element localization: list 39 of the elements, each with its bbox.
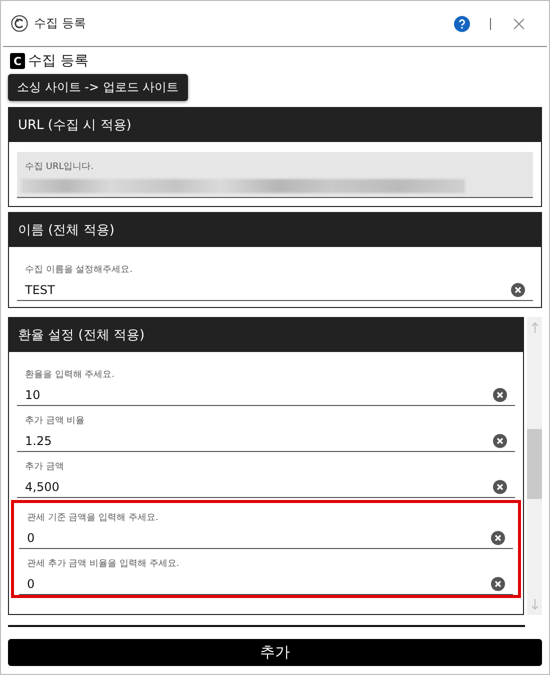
add-button[interactable]: 추가 [8, 638, 542, 666]
url-field[interactable]: 수집 URL입니다. [17, 152, 533, 198]
clear-icon[interactable] [491, 531, 505, 545]
section-header: 이름 (전체 적용) [9, 213, 541, 247]
field-label: 관세 기준 금액을 입력해 주세요. [27, 512, 160, 524]
field-value: 1.25 [25, 434, 53, 448]
field-label: 환율을 입력해 주세요. [25, 369, 116, 381]
input-field[interactable]: 추가 금액 4,500 [17, 452, 515, 498]
page-title: 수집 등록 [28, 52, 88, 70]
clear-icon[interactable] [493, 434, 507, 448]
field-label: 추가 금액 [25, 461, 65, 473]
tooltip: 소싱 사이트 -> 업로드 사이트 [8, 74, 188, 101]
field-label: 추가 금액 비율 [25, 415, 86, 427]
field-value: 10 [25, 388, 42, 402]
field-value: 4,500 [25, 480, 60, 494]
field-value: 0 [27, 577, 36, 591]
field-label: 관세 추가 금액 비율을 입력해 주세요. [27, 558, 180, 570]
field-label: 수집 이름을 설정해주세요. [25, 264, 134, 276]
field-value: TEST [25, 283, 56, 297]
input-field[interactable]: 수집 이름을 설정해주세요. TEST [17, 255, 533, 301]
clear-icon[interactable] [491, 577, 505, 591]
close-icon[interactable] [513, 18, 525, 30]
clear-icon[interactable] [493, 388, 507, 402]
input-field[interactable]: 관세 기준 금액을 입력해 주세요. 0 [19, 503, 513, 549]
scrollbar-thumb[interactable] [527, 429, 542, 499]
window-title: 수집 등록 [34, 15, 87, 32]
section-header: URL (수집 시 적용) [9, 108, 541, 142]
clear-icon[interactable] [511, 283, 525, 297]
field-value: 0 [27, 531, 36, 545]
input-field[interactable]: 관세 추가 금액 비율을 입력해 주세요. 0 [19, 549, 513, 595]
input-field[interactable]: 추가 금액 비율 1.25 [17, 406, 515, 452]
help-icon[interactable] [454, 16, 470, 32]
section-header: 환율 설정 (전체 적용) [9, 318, 523, 352]
clear-icon[interactable] [493, 480, 507, 494]
input-field[interactable]: 환율을 입력해 주세요. 10 [17, 360, 515, 406]
logo-badge: C [10, 53, 25, 69]
app-logo-icon [11, 15, 28, 32]
scrollbar[interactable] [527, 317, 542, 615]
field-label: 수집 URL입니다. [25, 161, 95, 173]
